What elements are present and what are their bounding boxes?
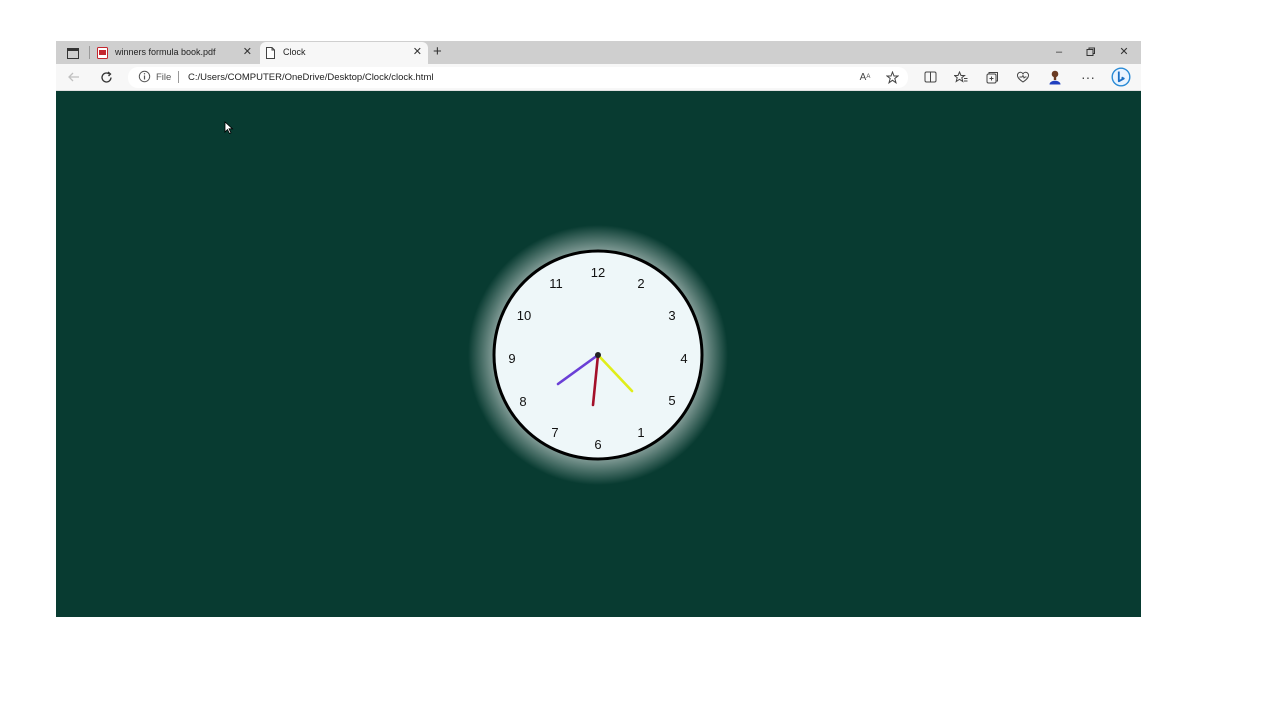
close-tab-icon[interactable]: ✕	[243, 47, 252, 58]
more-icon[interactable]: ···	[1078, 68, 1098, 86]
plus-icon[interactable]: +	[433, 44, 442, 60]
clock-numeral: 2	[637, 276, 644, 291]
clock-numeral: 7	[551, 425, 558, 440]
bing-icon[interactable]	[1111, 67, 1131, 87]
collections-icon[interactable]	[982, 68, 1002, 86]
clock-numeral: 5	[668, 393, 675, 408]
tab-clock[interactable]: Clock ✕	[260, 42, 428, 64]
clock-numeral: 8	[519, 394, 526, 409]
browser-essentials-icon[interactable]	[1013, 68, 1033, 86]
tab-label: winners formula book.pdf	[115, 47, 216, 57]
page-content: 12 1 2 3 4 5 6 7 8 9 10 11	[56, 92, 1141, 617]
clock-numeral: 9	[508, 351, 515, 366]
close-tab-icon[interactable]: ✕	[413, 47, 422, 58]
clock-numeral: 11	[549, 276, 563, 291]
read-aloud-icon[interactable]: AA	[855, 68, 875, 86]
split-screen-icon[interactable]	[920, 68, 940, 86]
url-text[interactable]: C:/Users/COMPUTER/OneDrive/Desktop/Clock…	[188, 72, 433, 83]
refresh-icon[interactable]	[96, 68, 116, 86]
scheme-label: File	[156, 72, 172, 83]
tab-actions-icon[interactable]	[64, 45, 82, 61]
profile-icon[interactable]	[1045, 68, 1065, 86]
browser-window: winners formula book.pdf ✕ Clock ✕ + – ✕	[56, 41, 1141, 617]
mouse-cursor-icon	[224, 121, 234, 135]
favorite-star-icon[interactable]	[882, 68, 902, 86]
clock-numeral: 10	[517, 308, 531, 323]
clock-numeral: 6	[594, 437, 601, 452]
address-bar[interactable]: File C:/Users/COMPUTER/OneDrive/Desktop/…	[128, 67, 908, 88]
tab-separator	[89, 46, 90, 59]
address-divider	[178, 71, 179, 83]
info-icon[interactable]	[138, 70, 151, 83]
clock-numeral: 12	[591, 265, 605, 280]
minimize-icon[interactable]: –	[1043, 44, 1075, 60]
clock-numeral: 3	[668, 308, 675, 323]
tab-bar: winners formula book.pdf ✕ Clock ✕ + – ✕	[56, 41, 1141, 64]
clock-numeral: 1	[637, 425, 644, 440]
favorites-icon[interactable]	[951, 68, 971, 86]
tab-label: Clock	[283, 47, 306, 57]
pdf-icon	[97, 47, 108, 59]
clock-center-pin	[595, 352, 601, 358]
page-icon	[265, 47, 276, 59]
address-toolbar: File C:/Users/COMPUTER/OneDrive/Desktop/…	[56, 64, 1141, 91]
clock: 121234567891011	[468, 225, 728, 485]
clock-numeral: 4	[680, 351, 687, 366]
back-icon[interactable]	[64, 68, 84, 86]
restore-icon[interactable]	[1075, 44, 1107, 60]
close-window-icon[interactable]: ✕	[1108, 44, 1140, 60]
tab-pdf[interactable]: winners formula book.pdf ✕	[92, 42, 258, 64]
